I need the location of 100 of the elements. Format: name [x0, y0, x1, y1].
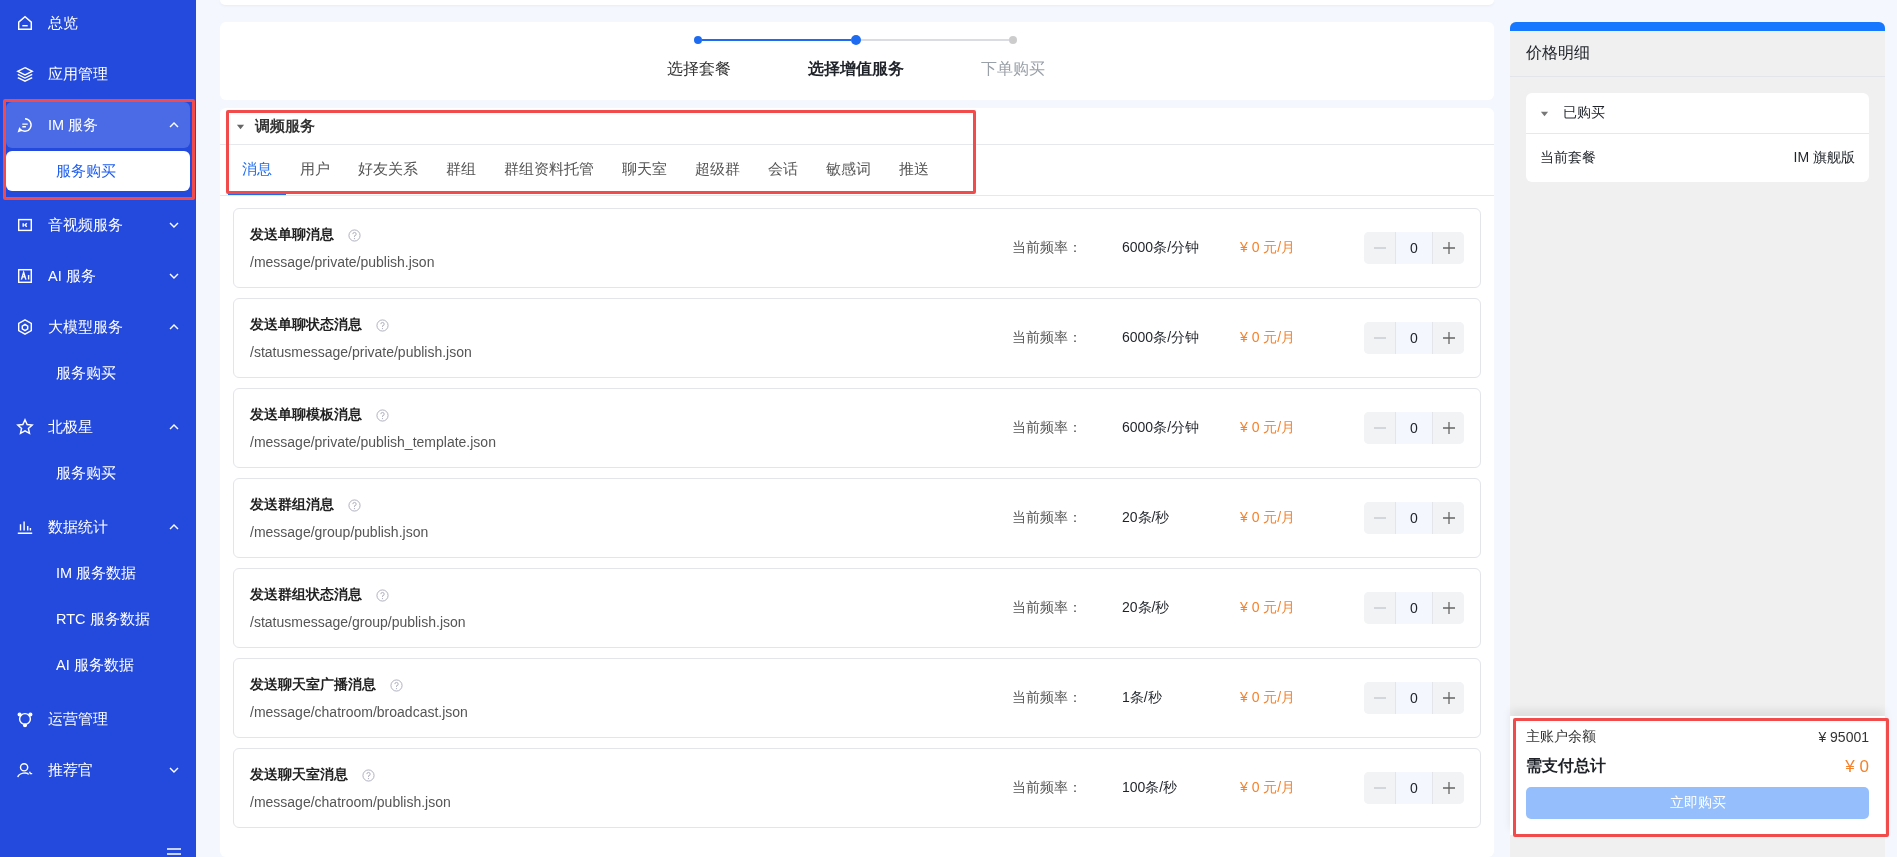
nav-item[interactable]: 音视频服务: [6, 202, 190, 248]
nav-subitem[interactable]: 服务购买: [6, 353, 190, 393]
api-path: /message/private/publish.json: [250, 254, 436, 270]
nav-item[interactable]: 北极星: [6, 404, 190, 450]
plan-label: 当前套餐: [1540, 149, 1596, 167]
quantity-input[interactable]: 0: [1395, 682, 1433, 714]
tab[interactable]: 群组资料托管: [490, 145, 608, 195]
price-text: ¥ 0 元/月: [1240, 599, 1297, 617]
tab[interactable]: 群组: [432, 145, 490, 195]
nav-label: 运营管理: [48, 709, 109, 729]
plus-icon: [1441, 781, 1456, 795]
price-text: ¥ 0 元/月: [1240, 419, 1297, 437]
quantity-input[interactable]: 0: [1395, 502, 1433, 534]
ai-icon: [16, 267, 34, 285]
tab[interactable]: 超级群: [681, 145, 754, 195]
nav-item[interactable]: 应用管理: [6, 51, 190, 97]
star-icon: [16, 418, 34, 436]
rate-label: 当前频率：: [1012, 419, 1083, 437]
nav-subitem[interactable]: 服务购买: [6, 151, 190, 191]
plus-icon: [1441, 601, 1456, 615]
total-label: 需支付总计: [1526, 756, 1606, 776]
cube-icon: [16, 318, 34, 336]
purchased-title: 已购买: [1563, 104, 1605, 122]
rate-value: 6000条/分钟: [1122, 329, 1201, 347]
nav-subitem[interactable]: 服务购买: [6, 453, 190, 493]
price-text: ¥ 0 元/月: [1240, 689, 1297, 707]
rate-label: 当前频率：: [1012, 779, 1083, 797]
nav-label: 数据统计: [48, 517, 109, 537]
help-icon[interactable]: [376, 588, 389, 602]
api-path: /message/chatroom/publish.json: [250, 794, 452, 810]
nav-subitem[interactable]: IM 服务数据: [6, 553, 190, 593]
price-text: ¥ 0 元/月: [1240, 509, 1297, 527]
nav-label: 大模型服务: [48, 317, 124, 337]
collapse-icon[interactable]: [164, 847, 184, 857]
purchased-header[interactable]: 已购买: [1526, 93, 1869, 134]
nav-subitem[interactable]: AI 服务数据: [6, 645, 190, 685]
tab[interactable]: 消息: [228, 145, 286, 195]
plus-icon: [1441, 331, 1456, 345]
nav-item[interactable]: 大模型服务: [6, 304, 190, 350]
price-text: ¥ 0 元/月: [1240, 239, 1297, 257]
nav-label: 音视频服务: [48, 215, 124, 235]
tab[interactable]: 用户: [286, 145, 344, 195]
quantity-input[interactable]: 0: [1395, 592, 1433, 624]
panel-title: 价格明细: [1510, 31, 1885, 77]
help-icon[interactable]: [390, 678, 403, 692]
help-icon[interactable]: [362, 768, 375, 782]
nav-item[interactable]: 推荐官: [6, 747, 190, 793]
service-name: 发送群组状态消息: [250, 586, 362, 604]
quantity-input[interactable]: 0: [1395, 232, 1433, 264]
price-text: ¥ 0 元/月: [1240, 779, 1297, 797]
tab[interactable]: 推送: [885, 145, 943, 195]
service-name: 发送聊天室消息: [250, 766, 348, 784]
rate-value: 6000条/分钟: [1122, 419, 1201, 437]
service-name: 发送单聊状态消息: [250, 316, 362, 334]
api-path: /statusmessage/private/publish.json: [250, 344, 473, 360]
quantity-input[interactable]: 0: [1395, 322, 1433, 354]
step-label: 选择增值服务: [806, 59, 905, 79]
nav-item[interactable]: 运营管理: [6, 696, 190, 742]
plus-icon: [1441, 241, 1456, 255]
section-header[interactable]: 调频服务: [220, 108, 1494, 145]
api-path: /message/private/publish_template.json: [250, 434, 497, 450]
service-name: 发送单聊模板消息: [250, 406, 362, 424]
nav-label: 北极星: [48, 417, 94, 437]
chat-icon: [16, 116, 34, 134]
help-icon[interactable]: [348, 228, 361, 242]
nav-subitem[interactable]: RTC 服务数据: [6, 599, 190, 639]
quantity-input[interactable]: 0: [1395, 772, 1433, 804]
help-icon[interactable]: [348, 498, 361, 512]
ring-icon: [16, 710, 34, 728]
quantity-input[interactable]: 0: [1395, 412, 1433, 444]
nav-label: 应用管理: [48, 64, 109, 84]
nav-label: IM 服务: [48, 115, 100, 135]
layers-icon: [16, 65, 34, 83]
plus-icon: [1441, 691, 1456, 705]
price-text: ¥ 0 元/月: [1240, 329, 1297, 347]
api-path: /message/group/publish.json: [250, 524, 430, 540]
rate-value: 20条/秒: [1122, 509, 1171, 527]
tab[interactable]: 会话: [754, 145, 812, 195]
video-icon: [16, 216, 34, 234]
nav-item[interactable]: 总览: [6, 0, 190, 46]
nav-item[interactable]: 数据统计: [6, 504, 190, 550]
nav-item[interactable]: IM 服务: [6, 102, 190, 148]
api-path: /statusmessage/group/publish.json: [250, 614, 467, 630]
rate-label: 当前频率：: [1012, 329, 1083, 347]
nav-label: AI 服务: [48, 266, 97, 286]
help-icon[interactable]: [376, 408, 389, 422]
help-icon[interactable]: [376, 318, 389, 332]
rate-value: 1条/秒: [1122, 689, 1163, 707]
rate-label: 当前频率：: [1012, 689, 1083, 707]
tab[interactable]: 敏感词: [812, 145, 885, 195]
rate-value: 6000条/分钟: [1122, 239, 1201, 257]
balance-value: ¥ 95001: [1818, 729, 1869, 745]
rate-label: 当前频率：: [1012, 599, 1083, 617]
tab[interactable]: 聊天室: [608, 145, 681, 195]
total-value: ¥ 0: [1845, 756, 1869, 777]
tab[interactable]: 好友关系: [344, 145, 432, 195]
step-label: 选择套餐: [665, 59, 732, 79]
nav-item[interactable]: AI 服务: [6, 253, 190, 299]
nav-label: 推荐官: [48, 760, 94, 780]
rate-label: 当前频率：: [1012, 509, 1083, 527]
